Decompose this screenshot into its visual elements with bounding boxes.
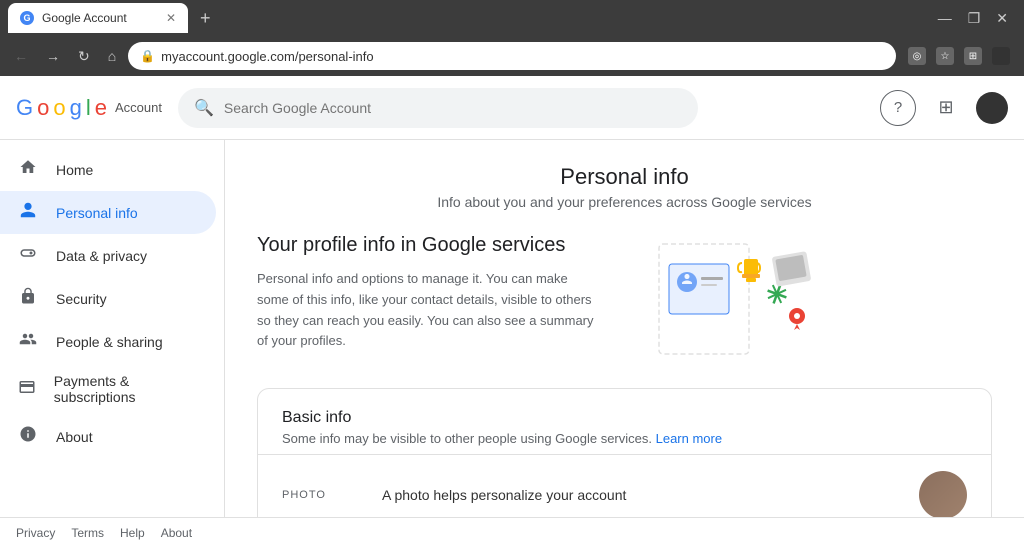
sidebar-item-data-privacy[interactable]: Data & privacy	[0, 234, 216, 277]
card-description: Some info may be visible to other people…	[282, 431, 967, 446]
sidebar-label-home: Home	[56, 162, 93, 178]
app-header: Google Account 🔍 ? ⊞	[0, 76, 1024, 140]
new-tab-button[interactable]: +	[192, 8, 219, 29]
lock-icon: 🔒	[140, 49, 155, 63]
user-avatar[interactable]	[976, 92, 1008, 124]
forward-button[interactable]: →	[40, 44, 66, 68]
photo-label: PHOTO	[282, 489, 382, 501]
back-button[interactable]: ←	[8, 44, 34, 68]
logo-account-label: Account	[115, 100, 162, 115]
logo-letter-l: l	[86, 95, 91, 121]
url-text: myaccount.google.com/personal-info	[161, 49, 884, 64]
card-icon	[16, 378, 38, 401]
toggle-icon	[16, 244, 40, 267]
search-icon: 🔍	[194, 98, 214, 118]
sidebar-label-personal-info: Personal info	[56, 205, 138, 221]
minimize-button[interactable]: —	[938, 10, 952, 26]
active-tab[interactable]: G Google Account ✕	[8, 3, 188, 33]
logo-letter-e: e	[95, 95, 107, 121]
logo-letter-g: G	[16, 95, 33, 121]
logo-letter-g2: g	[70, 95, 82, 121]
main-content: Personal info Info about you and your pr…	[225, 140, 1024, 517]
browser-chrome: G Google Account ✕ + — ❐ ✕ ← → ↻ ⌂ 🔒 mya…	[0, 0, 1024, 76]
reload-button[interactable]: ↻	[72, 44, 96, 69]
search-input[interactable]	[224, 100, 682, 116]
footer-privacy-link[interactable]: Privacy	[16, 526, 55, 540]
lock-icon	[16, 287, 40, 310]
learn-more-link[interactable]: Learn more	[656, 431, 722, 446]
star-icon[interactable]: ☆	[936, 47, 954, 65]
profile-avatar-small[interactable]	[992, 47, 1010, 65]
address-bar-row: ← → ↻ ⌂ 🔒 myaccount.google.com/personal-…	[0, 36, 1024, 76]
sidebar: Home Personal info Data & privacy Securi…	[0, 140, 225, 517]
footer-terms-link[interactable]: Terms	[71, 526, 104, 540]
sidebar-label-about: About	[56, 429, 93, 445]
footer-about-link[interactable]: About	[161, 526, 192, 540]
browser-extra-icons: ◎ ☆ ⊞	[902, 47, 1016, 65]
address-bar[interactable]: 🔒 myaccount.google.com/personal-info	[128, 42, 896, 70]
page-title: Personal info	[257, 164, 992, 190]
app-body: Home Personal info Data & privacy Securi…	[0, 140, 1024, 517]
sidebar-item-security[interactable]: Security	[0, 277, 216, 320]
info-icon	[16, 425, 40, 448]
app-container: Google Account 🔍 ? ⊞ Home	[0, 76, 1024, 548]
person-icon	[16, 201, 40, 224]
card-header: Basic info Some info may be visible to o…	[258, 389, 991, 454]
page-subtitle: Info about you and your preferences acro…	[257, 194, 992, 210]
account-circle-icon[interactable]: ◎	[908, 47, 926, 65]
tab-bar: G Google Account ✕ + — ❐ ✕	[0, 0, 1024, 36]
logo-letter-o2: o	[53, 95, 65, 121]
sidebar-label-security: Security	[56, 291, 107, 307]
profile-section-description: Personal info and options to manage it. …	[257, 269, 597, 352]
maximize-button[interactable]: ❐	[968, 10, 981, 27]
close-window-button[interactable]: ✕	[996, 10, 1008, 27]
profile-info-text: Your profile info in Google services Per…	[257, 234, 597, 352]
profile-info-section: Your profile info in Google services Per…	[257, 234, 992, 364]
logo-letter-o1: o	[37, 95, 49, 121]
home-button[interactable]: ⌂	[102, 44, 122, 68]
search-box[interactable]: 🔍	[178, 88, 698, 128]
sidebar-item-about[interactable]: About	[0, 415, 216, 458]
photo-row[interactable]: PHOTO A photo helps personalize your acc…	[258, 454, 991, 517]
profile-photo	[919, 471, 967, 517]
people-icon	[16, 330, 40, 353]
extension-icon[interactable]: ⊞	[964, 47, 982, 65]
card-desc-text: Some info may be visible to other people…	[282, 431, 652, 446]
header-icons: ? ⊞	[880, 90, 1008, 126]
sidebar-item-home[interactable]: Home	[0, 148, 216, 191]
profile-photo-image	[919, 471, 967, 517]
tab-favicon: G	[20, 11, 34, 25]
tab-title: Google Account	[42, 11, 158, 25]
card-title: Basic info	[282, 409, 967, 427]
help-button[interactable]: ?	[880, 90, 916, 126]
sidebar-label-data-privacy: Data & privacy	[56, 248, 147, 264]
sidebar-item-people-sharing[interactable]: People & sharing	[0, 320, 216, 363]
basic-info-card: Basic info Some info may be visible to o…	[257, 388, 992, 517]
sidebar-label-payments: Payments & subscriptions	[54, 373, 200, 405]
apps-button[interactable]: ⊞	[928, 90, 964, 126]
app-footer: Privacy Terms Help About	[0, 517, 1024, 548]
google-logo: Google Account	[16, 95, 162, 121]
home-icon	[16, 158, 40, 181]
tab-close-button[interactable]: ✕	[166, 11, 176, 25]
sidebar-item-payments[interactable]: Payments & subscriptions	[0, 363, 216, 415]
window-controls: — ❐ ✕	[938, 10, 1016, 27]
profile-section-heading: Your profile info in Google services	[257, 234, 597, 257]
sidebar-label-people-sharing: People & sharing	[56, 334, 163, 350]
footer-help-link[interactable]: Help	[120, 526, 145, 540]
profile-illustration	[629, 234, 829, 364]
sidebar-item-personal-info[interactable]: Personal info	[0, 191, 216, 234]
photo-value: A photo helps personalize your account	[382, 487, 919, 503]
